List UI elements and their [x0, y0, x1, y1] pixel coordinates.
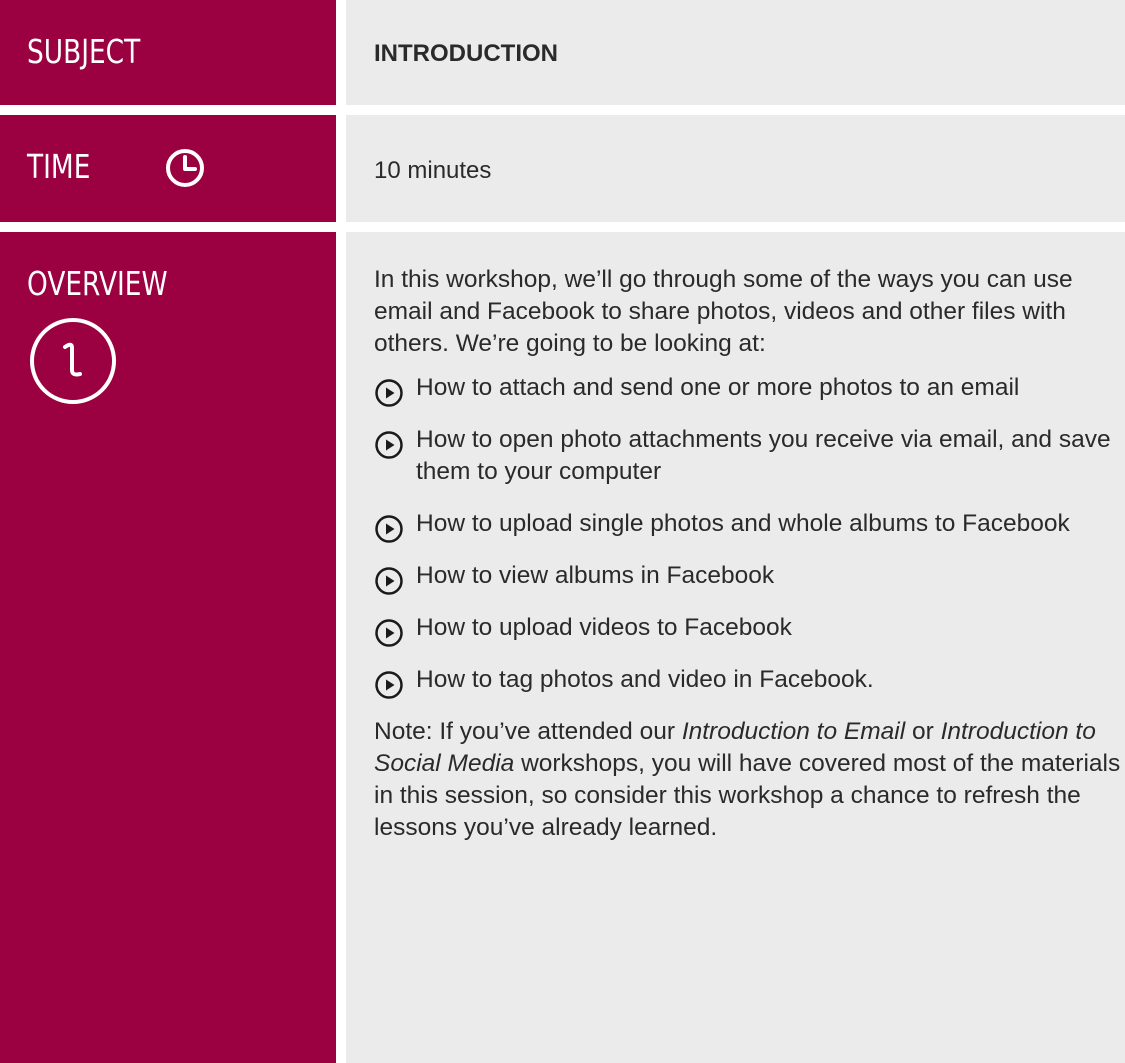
time-row: TIME 10 minutes	[0, 115, 1125, 222]
bullet-item: How to view albums in Facebook	[374, 560, 1125, 595]
note-text: Note: If you’ve attended our	[374, 718, 682, 745]
overview-bullet-list: How to attach and send one or more photo…	[374, 372, 1125, 699]
time-value: 10 minutes	[374, 157, 492, 184]
bullet-item: How to upload videos to Facebook	[374, 612, 1125, 647]
play-circle-icon	[375, 379, 403, 407]
time-label: TIME	[27, 147, 91, 186]
subject-row: SUBJECT INTRODUCTION	[0, 0, 1125, 105]
subject-content-cell: INTRODUCTION	[346, 0, 1125, 105]
bullet-item: How to tag photos and video in Facebook.	[374, 664, 1125, 699]
overview-note: Note: If you’ve attended our Introductio…	[374, 716, 1125, 844]
subject-label: SUBJECT	[27, 32, 141, 71]
play-circle-icon	[375, 567, 403, 595]
bullet-text: How to upload single photos and whole al…	[416, 510, 1070, 537]
number-one-circle-icon	[30, 318, 116, 404]
bullet-text: How to upload videos to Facebook	[416, 614, 792, 641]
bullet-text: How to attach and send one or more photo…	[416, 374, 1020, 401]
clock-icon	[166, 149, 204, 187]
overview-content-cell: In this workshop, we’ll go through some …	[346, 232, 1125, 1063]
subject-label-cell: SUBJECT	[0, 0, 336, 105]
play-circle-icon	[375, 515, 403, 543]
overview-label-cell: OVERVIEW	[0, 232, 336, 1063]
subject-value: INTRODUCTION	[374, 40, 558, 67]
course-title: Introduction to Email	[681, 718, 906, 745]
bullet-item: How to open photo attachments you receiv…	[374, 424, 1125, 488]
play-circle-icon	[375, 619, 403, 647]
overview-intro: In this workshop, we’ll go through some …	[374, 266, 1073, 357]
overview-label: OVERVIEW	[27, 264, 168, 303]
overview-body: In this workshop, we’ll go through some …	[374, 264, 1125, 844]
time-label-cell: TIME	[0, 115, 336, 222]
bullet-text: How to open photo attachments you receiv…	[416, 426, 1111, 485]
bullet-text: How to tag photos and video in Facebook.	[416, 666, 874, 693]
bullet-item: How to attach and send one or more photo…	[374, 372, 1125, 407]
bullet-text: How to view albums in Facebook	[416, 562, 775, 589]
play-circle-icon	[375, 671, 403, 699]
bullet-item: How to upload single photos and whole al…	[374, 508, 1125, 543]
time-content-cell: 10 minutes	[346, 115, 1125, 222]
note-text: or	[905, 718, 941, 745]
play-circle-icon	[375, 431, 403, 459]
overview-row: OVERVIEW In this workshop, we’ll go thro…	[0, 232, 1125, 1063]
